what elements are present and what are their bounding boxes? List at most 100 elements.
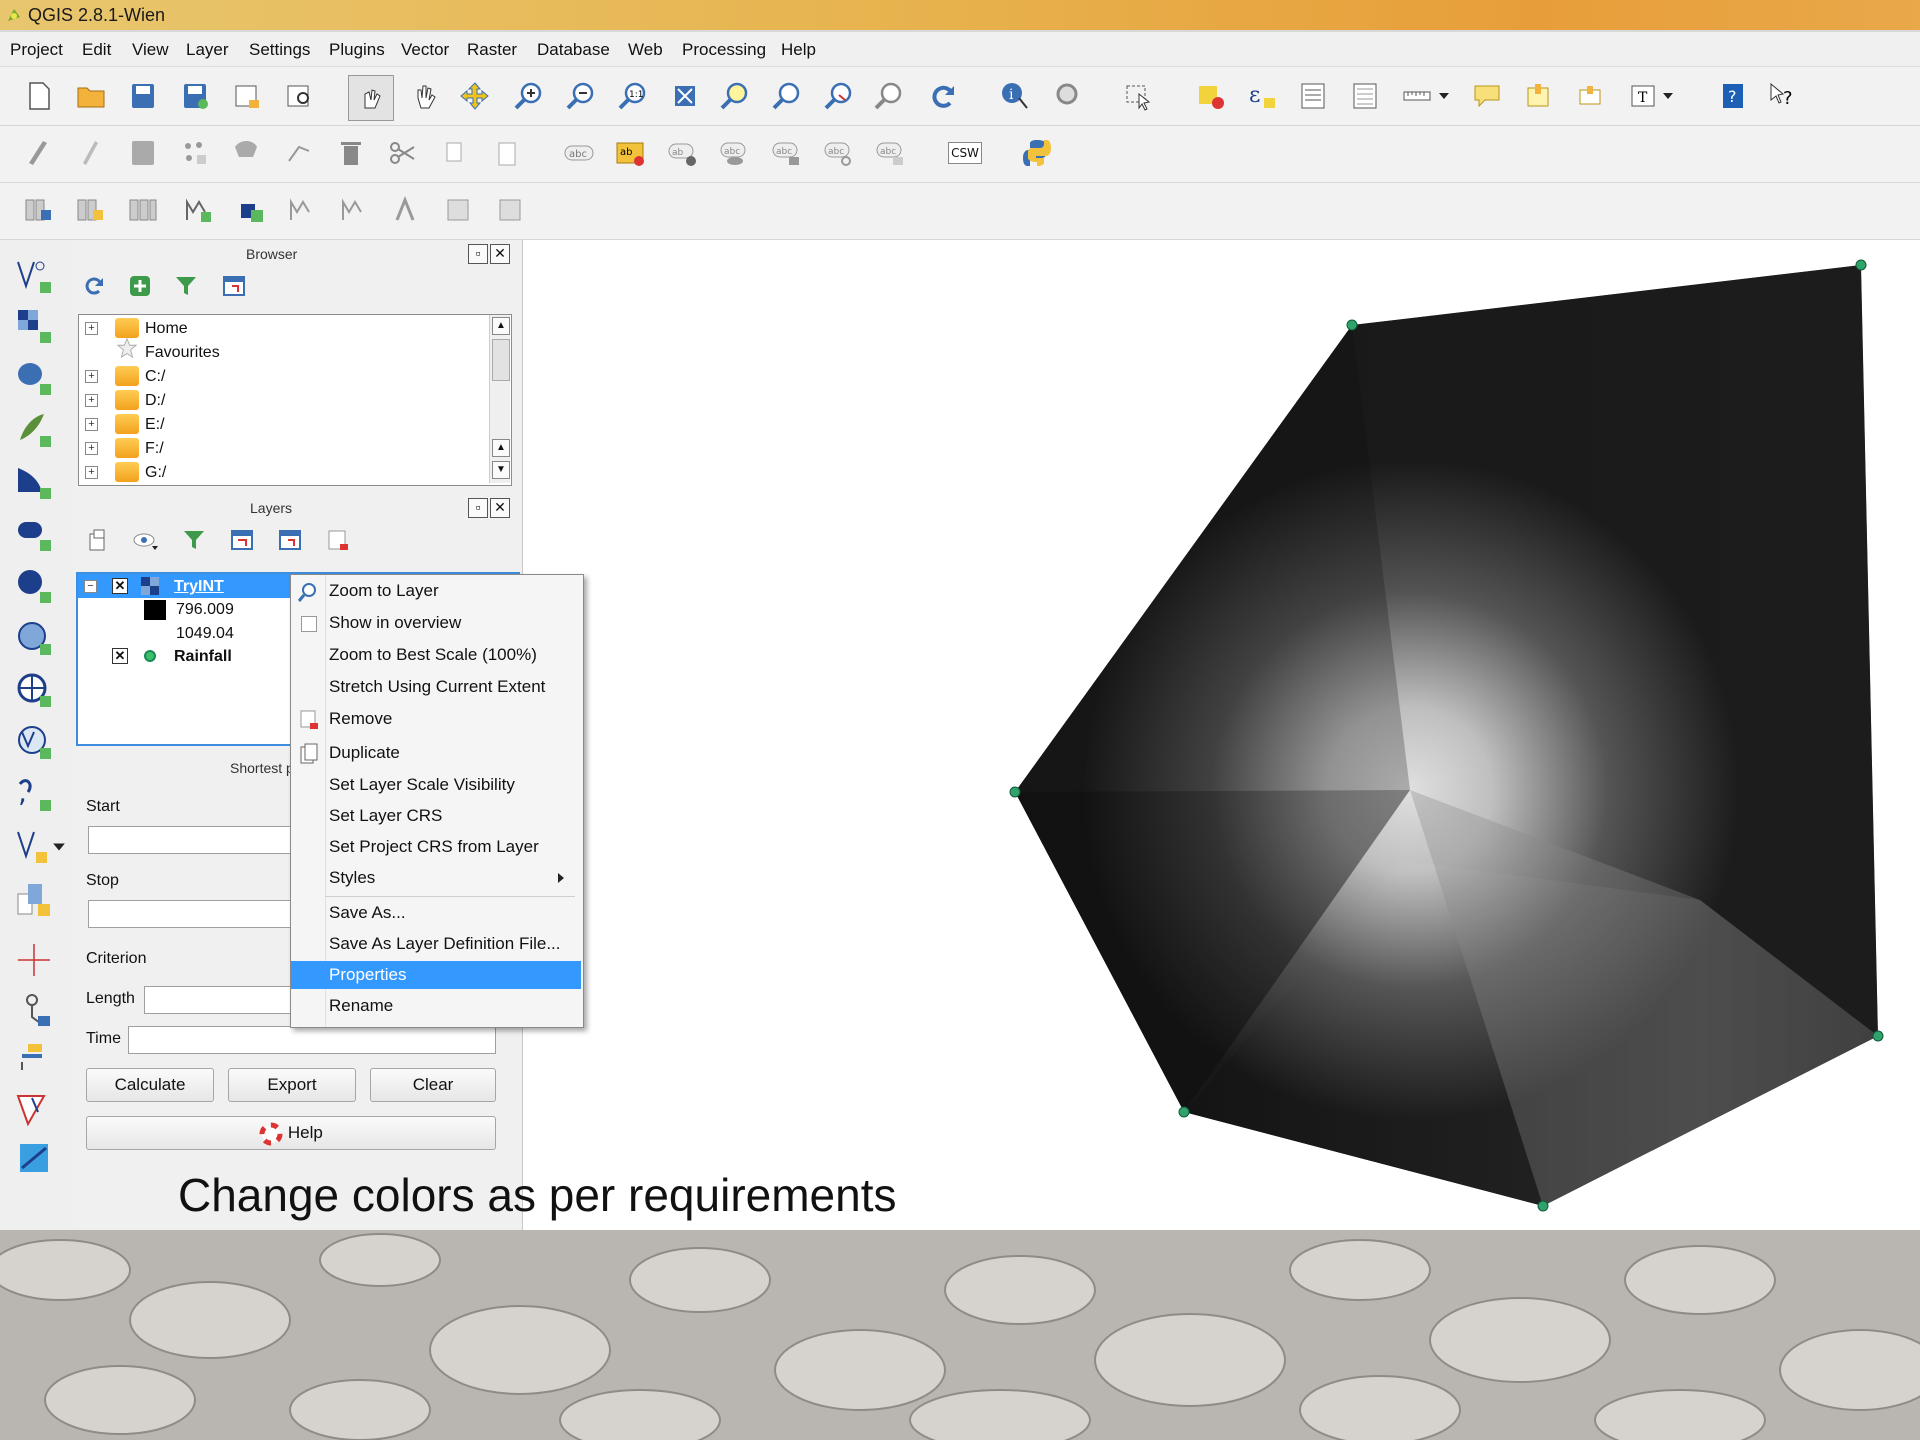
move-label-icon[interactable]: abc bbox=[768, 134, 806, 172]
manage-visibility-icon[interactable] bbox=[132, 528, 160, 552]
new-bookmark-icon[interactable] bbox=[1520, 77, 1558, 115]
measure-dropdown-icon[interactable] bbox=[1434, 77, 1454, 115]
add-postgis-layer-icon[interactable] bbox=[14, 358, 54, 398]
menu-item-set-layer-crs[interactable]: Set Layer CRS bbox=[291, 802, 581, 830]
browser-close-icon[interactable]: ✕ bbox=[490, 244, 510, 264]
select-features-icon[interactable] bbox=[1120, 77, 1158, 115]
layer-name-tryint[interactable]: TryINT bbox=[174, 578, 224, 596]
field-calculator-icon[interactable]: ε bbox=[1244, 77, 1282, 115]
collapse-icon[interactable]: − bbox=[84, 580, 97, 593]
menu-item-styles[interactable]: Styles bbox=[291, 864, 581, 892]
pan-hand-icon[interactable] bbox=[406, 77, 444, 115]
zoom-last-icon[interactable] bbox=[820, 77, 858, 115]
menu-item-duplicate[interactable]: Duplicate bbox=[291, 739, 581, 767]
add-raster-layer-icon[interactable] bbox=[14, 306, 54, 346]
route-start-icon[interactable] bbox=[14, 990, 54, 1030]
menu-raster[interactable]: Raster bbox=[467, 40, 517, 60]
browser-add-selected-icon[interactable] bbox=[128, 274, 152, 298]
attribute-table-icon[interactable] bbox=[1294, 77, 1332, 115]
clear-button[interactable]: Clear bbox=[370, 1068, 496, 1102]
menu-help[interactable]: Help bbox=[781, 40, 816, 60]
georeferencer-icon[interactable] bbox=[14, 1088, 54, 1128]
vector-tool-b-icon[interactable] bbox=[336, 191, 374, 229]
menu-processing[interactable]: Processing bbox=[682, 40, 766, 60]
add-oracle-layer-icon[interactable] bbox=[14, 514, 54, 554]
browser-item-f[interactable]: F:/ bbox=[145, 440, 164, 458]
zoom-native-icon[interactable]: 1:1 bbox=[614, 77, 652, 115]
browser-item-d[interactable]: D:/ bbox=[145, 392, 165, 410]
import-shape-icon[interactable] bbox=[20, 191, 58, 229]
expand-icon[interactable]: + bbox=[85, 394, 98, 407]
save-as-icon[interactable] bbox=[176, 77, 214, 115]
menu-settings[interactable]: Settings bbox=[249, 40, 310, 60]
menu-item-remove[interactable]: Remove bbox=[291, 705, 581, 733]
browser-item-c[interactable]: C:/ bbox=[145, 368, 165, 386]
menu-vector[interactable]: Vector bbox=[401, 40, 449, 60]
new-layer-dropdown-icon[interactable] bbox=[52, 826, 66, 866]
menu-plugins[interactable]: Plugins bbox=[329, 40, 385, 60]
map-tips-icon[interactable] bbox=[1468, 77, 1506, 115]
add-db2-layer-icon[interactable] bbox=[14, 566, 54, 606]
open-project-icon[interactable] bbox=[72, 77, 110, 115]
expand-icon[interactable]: + bbox=[85, 466, 98, 479]
menu-item-properties[interactable]: Properties bbox=[291, 961, 581, 989]
layer-visibility-checkbox[interactable]: ✕ bbox=[112, 578, 128, 594]
layers-filter-icon[interactable] bbox=[182, 528, 206, 552]
paste-features-icon[interactable] bbox=[488, 134, 526, 172]
change-label-icon[interactable]: abc bbox=[872, 134, 910, 172]
current-edits-icon[interactable] bbox=[20, 134, 58, 172]
menu-item-rename[interactable]: Rename bbox=[291, 992, 581, 1020]
zoom-in-icon[interactable] bbox=[510, 77, 548, 115]
text-annotation-icon[interactable]: T bbox=[1624, 77, 1662, 115]
label-highlight-icon[interactable]: ab bbox=[612, 134, 650, 172]
menu-web[interactable]: Web bbox=[628, 40, 663, 60]
browser-scrollbar[interactable]: ▲ ▲ ▼ bbox=[489, 315, 510, 483]
new-shapefile-layer-icon[interactable] bbox=[14, 826, 54, 866]
db-manager-icon[interactable] bbox=[124, 191, 162, 229]
deselect-icon[interactable] bbox=[1192, 77, 1230, 115]
composer-manager-icon[interactable] bbox=[280, 77, 318, 115]
save-project-icon[interactable] bbox=[124, 77, 162, 115]
python-console-icon[interactable] bbox=[1018, 134, 1056, 172]
rotate-label-icon[interactable]: abc bbox=[820, 134, 858, 172]
zoom-out-icon[interactable] bbox=[562, 77, 600, 115]
add-group-icon[interactable] bbox=[86, 528, 110, 552]
refresh-icon[interactable] bbox=[924, 77, 962, 115]
collapse-all-icon[interactable] bbox=[278, 528, 302, 552]
menu-edit[interactable]: Edit bbox=[82, 40, 111, 60]
menu-view[interactable]: View bbox=[132, 40, 169, 60]
export-button[interactable]: Export bbox=[228, 1068, 356, 1102]
expand-icon[interactable]: + bbox=[85, 442, 98, 455]
raster-tool-b-icon[interactable] bbox=[492, 191, 530, 229]
metasearch-icon[interactable]: CSW bbox=[946, 134, 984, 172]
menu-item-set-project-crs[interactable]: Set Project CRS from Layer bbox=[291, 833, 581, 861]
plugin-tool-icon[interactable] bbox=[14, 1038, 54, 1078]
pan-map-icon[interactable] bbox=[348, 75, 394, 121]
zoom-next-icon[interactable] bbox=[870, 77, 908, 115]
remove-layer-icon[interactable] bbox=[326, 528, 350, 552]
add-mssql-layer-icon[interactable] bbox=[14, 462, 54, 502]
menu-database[interactable]: Database bbox=[537, 40, 610, 60]
expand-icon[interactable]: + bbox=[85, 322, 98, 335]
layer-visibility-checkbox[interactable]: ✕ bbox=[112, 648, 128, 664]
help-contents-icon[interactable]: ? bbox=[1714, 77, 1752, 115]
help-button[interactable]: Help bbox=[86, 1116, 496, 1150]
identify-icon[interactable]: i bbox=[996, 77, 1034, 115]
browser-item-g[interactable]: G:/ bbox=[145, 464, 166, 482]
add-wfs-layer-icon[interactable] bbox=[14, 722, 54, 762]
menu-item-zoom-to-layer[interactable]: Zoom to Layer bbox=[291, 577, 581, 605]
browser-collapse-icon[interactable] bbox=[222, 274, 246, 298]
expand-icon[interactable]: + bbox=[85, 370, 98, 383]
move-feature-icon[interactable] bbox=[228, 134, 266, 172]
browser-item-e[interactable]: E:/ bbox=[145, 416, 165, 434]
feature-action-icon[interactable] bbox=[1050, 77, 1088, 115]
vector-tool-c-icon[interactable] bbox=[388, 191, 426, 229]
add-vector-layer-icon[interactable] bbox=[14, 256, 54, 296]
browser-refresh-icon[interactable] bbox=[82, 274, 106, 298]
toggle-editing-icon[interactable] bbox=[72, 134, 110, 172]
map-canvas[interactable] bbox=[523, 240, 1920, 1230]
add-wcs-layer-icon[interactable] bbox=[14, 670, 54, 710]
cut-features-icon[interactable] bbox=[384, 134, 422, 172]
copy-features-icon[interactable] bbox=[436, 134, 474, 172]
annotation-dropdown-icon[interactable] bbox=[1658, 77, 1678, 115]
